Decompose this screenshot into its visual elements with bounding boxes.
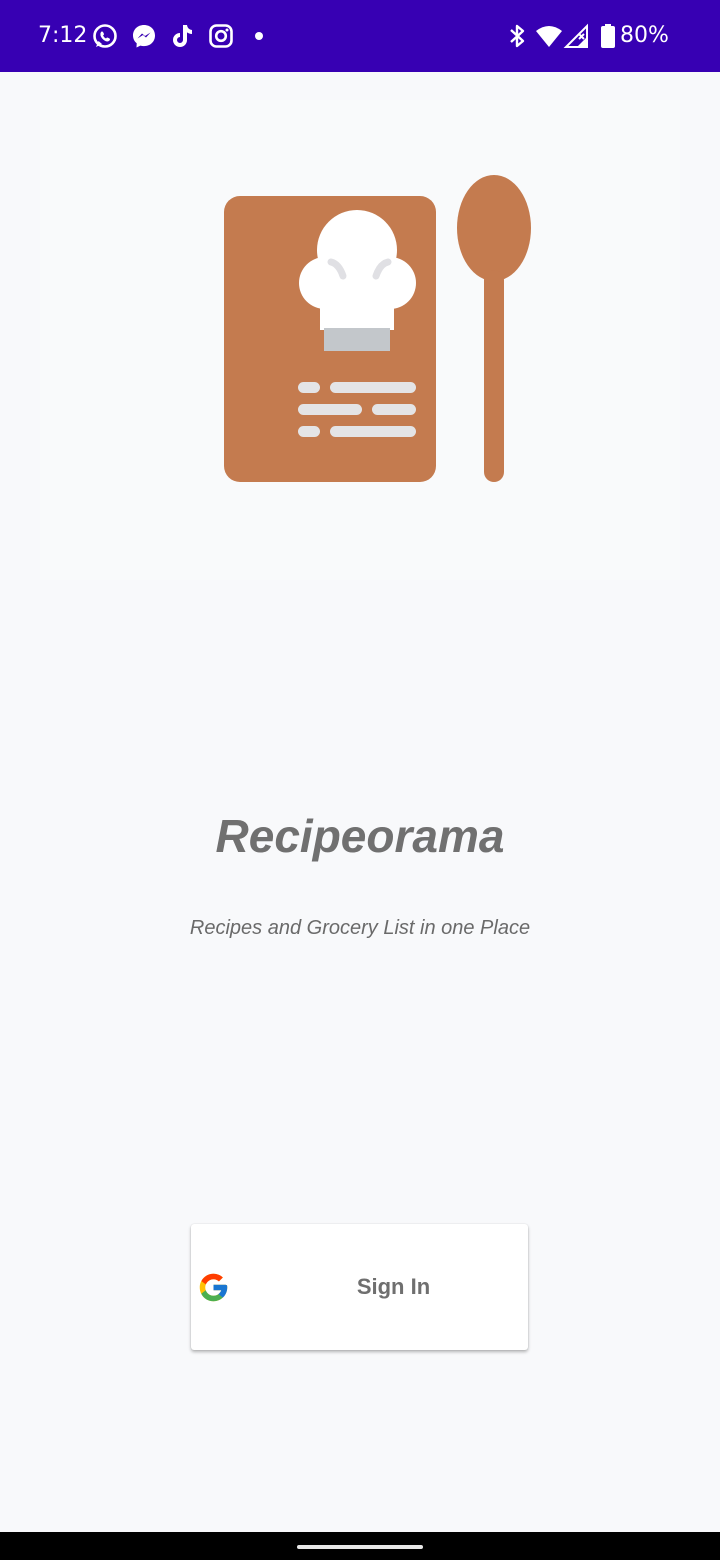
- recipe-line: [330, 382, 416, 393]
- more-notifications-dot: [255, 32, 263, 40]
- chef-hat-band: [324, 328, 390, 351]
- battery-percentage: 80%: [620, 23, 669, 48]
- home-indicator[interactable]: [297, 1545, 423, 1549]
- sign-in-label: Sign In: [356, 1274, 431, 1299]
- battery-icon: [594, 22, 622, 50]
- recipe-line: [298, 382, 320, 393]
- recipe-book-with-spoon-icon: [224, 175, 531, 482]
- bluetooth-icon: [503, 22, 531, 50]
- spoon-bowl: [457, 175, 531, 281]
- cellular-signal-icon: [563, 22, 591, 50]
- recipe-line: [330, 426, 416, 437]
- google-sign-in-button[interactable]: Sign In: [191, 1224, 528, 1350]
- status-bar: 7:12 80%: [0, 0, 720, 72]
- app-logo-container: [40, 100, 680, 580]
- recipe-line: [298, 404, 362, 415]
- google-icon: [197, 1271, 230, 1304]
- tiktok-icon: [168, 22, 196, 50]
- whatsapp-icon: [91, 22, 119, 50]
- recipe-line: [372, 404, 416, 415]
- status-time: 7:12: [38, 23, 88, 48]
- app-title: Recipeorama: [215, 810, 505, 862]
- messenger-icon: [130, 22, 158, 50]
- spoon-handle: [484, 270, 504, 482]
- navigation-bar: [0, 1532, 720, 1560]
- app-subtitle: Recipes and Grocery List in one Place: [189, 917, 531, 939]
- instagram-icon: [207, 22, 235, 50]
- recipe-line: [298, 426, 320, 437]
- wifi-icon: [535, 22, 563, 50]
